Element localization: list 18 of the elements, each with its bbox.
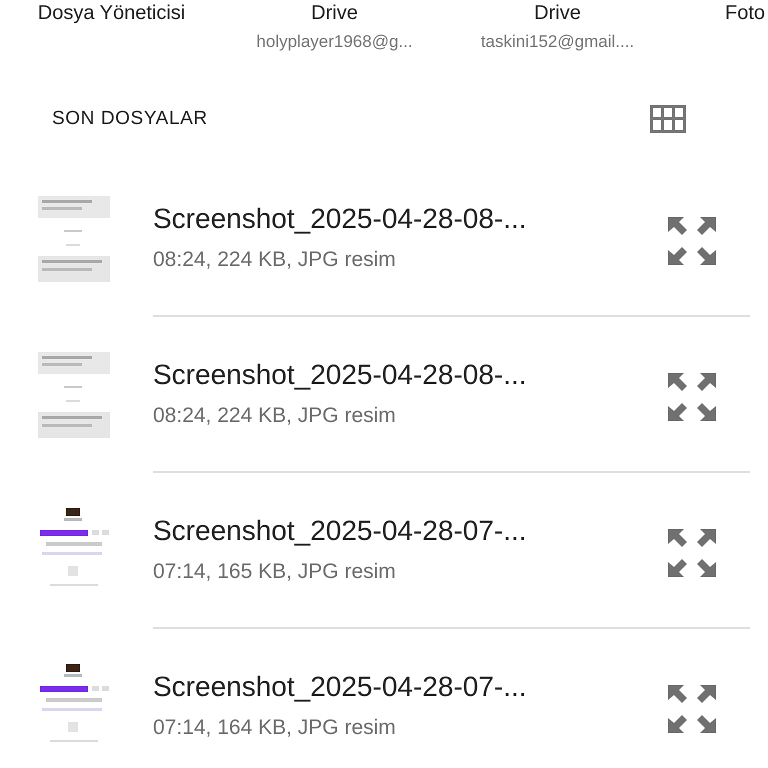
grid-view-icon[interactable] [650,105,686,133]
storage-source[interactable]: Dosya Yöneticisi [0,0,223,54]
file-details: 08:24, 224 KB, JPG resim [153,403,397,429]
expand-icon[interactable] [666,215,718,267]
section-heading: SON DOSYALAR [52,108,208,130]
file-details: 08:24, 224 KB, JPG resim [153,247,397,273]
expand-icon[interactable] [666,683,718,735]
file-details: 07:14, 164 KB, JPG resim [153,715,397,741]
file-name[interactable]: Screenshot_2025-04-28-08-... [153,201,666,237]
file-name[interactable]: Screenshot_2025-04-28-08-... [153,357,666,393]
file-name[interactable]: Screenshot_2025-04-28-07-... [153,669,666,705]
storage-source[interactable]: Foto [669,0,768,54]
expand-icon[interactable] [666,527,718,579]
storage-source[interactable]: Drive holyplayer1968@g... [223,0,446,54]
file-name[interactable]: Screenshot_2025-04-28-07-... [153,513,666,549]
file-details: 07:14, 165 KB, JPG resim [153,559,397,585]
expand-icon[interactable] [666,371,718,423]
storage-source[interactable]: Drive taskini152@gmail.... [446,0,669,54]
